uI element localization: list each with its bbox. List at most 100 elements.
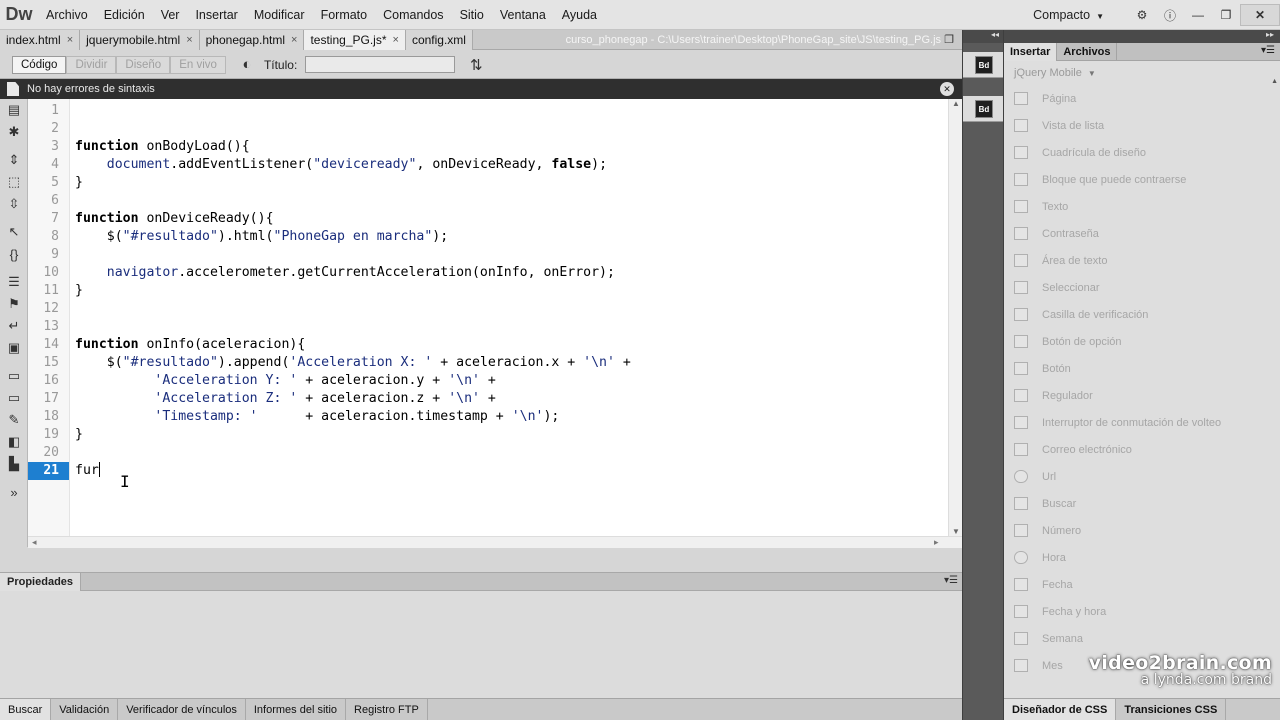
tab-verificador-vinculos[interactable]: Verificador de vínculos: [118, 699, 246, 720]
insert-item[interactable]: Url: [1004, 463, 1280, 490]
apply-comment-icon[interactable]: ▭: [0, 365, 28, 387]
syntax-coloring-icon[interactable]: ▣: [0, 337, 28, 359]
restore-button[interactable]: ❐: [1212, 5, 1240, 25]
highlight-invalid-code-icon[interactable]: ⚑: [0, 293, 28, 315]
panel-scrollbar[interactable]: ▲: [1270, 78, 1280, 718]
select-parent-tag-icon[interactable]: ↖: [0, 221, 28, 243]
balance-braces-icon[interactable]: {}: [0, 243, 28, 265]
code-line: function onDeviceReady(){: [75, 211, 274, 226]
preview-globe-icon[interactable]: ◐: [236, 55, 258, 75]
more-tools-icon[interactable]: »: [0, 481, 28, 503]
restore-doc-icon[interactable]: ❐: [944, 34, 954, 46]
move-css-icon[interactable]: ▙: [0, 453, 28, 475]
minimize-button[interactable]: —: [1184, 5, 1212, 25]
tab-buscar[interactable]: Buscar: [0, 699, 52, 720]
line-numbers-icon[interactable]: ☰: [0, 271, 28, 293]
code-editor[interactable]: function onBodyLoad(){ document.addEvent…: [70, 99, 948, 536]
collapse-icon[interactable]: ▸▸: [1004, 30, 1280, 43]
wrap-tag-icon[interactable]: ✎: [0, 409, 28, 431]
recent-snippets-icon[interactable]: ◧: [0, 431, 28, 453]
insert-item[interactable]: Semana: [1004, 625, 1280, 652]
menu-ventana[interactable]: Ventana: [492, 0, 554, 30]
scroll-down-icon[interactable]: ▼: [952, 527, 960, 536]
help-icon[interactable]: ⓘ: [1156, 5, 1184, 25]
close-icon[interactable]: ×: [67, 34, 73, 46]
collapse-tag-icon[interactable]: ⇕: [0, 149, 28, 171]
insert-item[interactable]: Página: [1004, 85, 1280, 112]
tab-jquerymobile-html[interactable]: jquerymobile.html ×: [80, 30, 200, 50]
split-view-button[interactable]: Dividir: [66, 55, 117, 74]
menu-modificar[interactable]: Modificar: [246, 0, 313, 30]
insert-item[interactable]: Vista de lista: [1004, 112, 1280, 139]
insert-item[interactable]: Seleccionar: [1004, 274, 1280, 301]
tab-registro-ftp[interactable]: Registro FTP: [346, 699, 428, 720]
remove-comment-icon[interactable]: ▭: [0, 387, 28, 409]
sync-settings-icon[interactable]: ⚙: [1128, 5, 1156, 25]
insert-item[interactable]: Contraseña: [1004, 220, 1280, 247]
tab-informes-sitio[interactable]: Informes del sitio: [246, 699, 347, 720]
horizontal-scrollbar[interactable]: ◂ ▸: [28, 536, 962, 548]
menu-ver[interactable]: Ver: [153, 0, 188, 30]
close-button[interactable]: ✕: [1240, 4, 1280, 26]
collapse-icon[interactable]: ◂◂: [963, 30, 1003, 43]
insert-item[interactable]: Casilla de verificación: [1004, 301, 1280, 328]
close-icon[interactable]: ×: [393, 34, 399, 46]
live-view-button[interactable]: En vivo: [170, 55, 226, 74]
insert-item[interactable]: Interruptor de conmutación de volteo: [1004, 409, 1280, 436]
design-view-button[interactable]: Diseño: [116, 55, 171, 74]
tab-properties[interactable]: Propiedades: [0, 572, 82, 591]
show-code-navigator-icon[interactable]: ✱: [0, 121, 28, 143]
tab-phonegap-html[interactable]: phonegap.html ×: [199, 30, 305, 50]
panel-menu-icon[interactable]: ▾☰: [1261, 45, 1275, 56]
insert-category-dropdown[interactable]: jQuery Mobile ▼: [1004, 61, 1280, 85]
word-wrap-icon[interactable]: ↵: [0, 315, 28, 337]
insert-item[interactable]: Botón: [1004, 355, 1280, 382]
tab-index-html[interactable]: index.html ×: [0, 30, 81, 50]
close-icon[interactable]: ×: [186, 34, 192, 46]
tab-validacion[interactable]: Validación: [51, 699, 119, 720]
insert-item[interactable]: Buscar: [1004, 490, 1280, 517]
file-transfer-icon[interactable]: ⇅: [465, 55, 487, 75]
insert-item[interactable]: Hora: [1004, 544, 1280, 571]
title-input[interactable]: [305, 56, 456, 73]
insert-item[interactable]: Regulador: [1004, 382, 1280, 409]
tab-config-xml[interactable]: config.xml: [405, 30, 473, 50]
scroll-right-icon[interactable]: ▸: [934, 537, 939, 548]
insert-item[interactable]: Fecha y hora: [1004, 598, 1280, 625]
tab-testing-pg-js[interactable]: testing_PG.js* ×: [304, 30, 406, 50]
menu-formato[interactable]: Formato: [313, 0, 376, 30]
tab-transiciones-css[interactable]: Transiciones CSS: [1116, 699, 1227, 720]
panel-menu-icon[interactable]: ▾☰: [944, 575, 958, 586]
scroll-up-icon[interactable]: ▲: [1271, 78, 1278, 85]
scroll-up-icon[interactable]: ▲: [952, 99, 960, 108]
menu-archivo[interactable]: Archivo: [38, 0, 96, 30]
scroll-left-icon[interactable]: ◂: [32, 537, 37, 548]
insert-item[interactable]: Número: [1004, 517, 1280, 544]
tab-disenador-css[interactable]: Diseñador de CSS: [1004, 699, 1117, 720]
tab-insertar[interactable]: Insertar: [1004, 43, 1058, 61]
insert-item[interactable]: Texto: [1004, 193, 1280, 220]
code-view-button[interactable]: Código: [12, 55, 67, 74]
tab-archivos[interactable]: Archivos: [1057, 43, 1118, 61]
close-icon[interactable]: ×: [291, 34, 297, 46]
insert-item[interactable]: Fecha: [1004, 571, 1280, 598]
workspace-switcher[interactable]: Compacto ▼: [1033, 8, 1104, 22]
menu-sitio[interactable]: Sitio: [452, 0, 492, 30]
menu-ayuda[interactable]: Ayuda: [554, 0, 605, 30]
insert-item[interactable]: Bloque que puede contraerse: [1004, 166, 1280, 193]
collapse-selection-icon[interactable]: ⬚: [0, 171, 28, 193]
menu-insertar[interactable]: Insertar: [187, 0, 245, 30]
menu-comandos[interactable]: Comandos: [375, 0, 451, 30]
line-number: 13: [43, 319, 59, 334]
open-documents-icon[interactable]: ▤: [0, 99, 28, 121]
vertical-scrollbar[interactable]: ▲ ▼: [948, 99, 962, 536]
insert-item[interactable]: Correo electrónico: [1004, 436, 1280, 463]
business-catalyst-icon[interactable]: Bd: [975, 100, 993, 118]
insert-item[interactable]: Botón de opción: [1004, 328, 1280, 355]
close-icon[interactable]: ✕: [940, 82, 954, 96]
insert-item[interactable]: Cuadrícula de diseño: [1004, 139, 1280, 166]
insert-item[interactable]: Área de texto: [1004, 247, 1280, 274]
expand-all-icon[interactable]: ⇳: [0, 193, 28, 215]
business-catalyst-icon[interactable]: Bd: [975, 56, 993, 74]
menu-edicion[interactable]: Edición: [96, 0, 153, 30]
